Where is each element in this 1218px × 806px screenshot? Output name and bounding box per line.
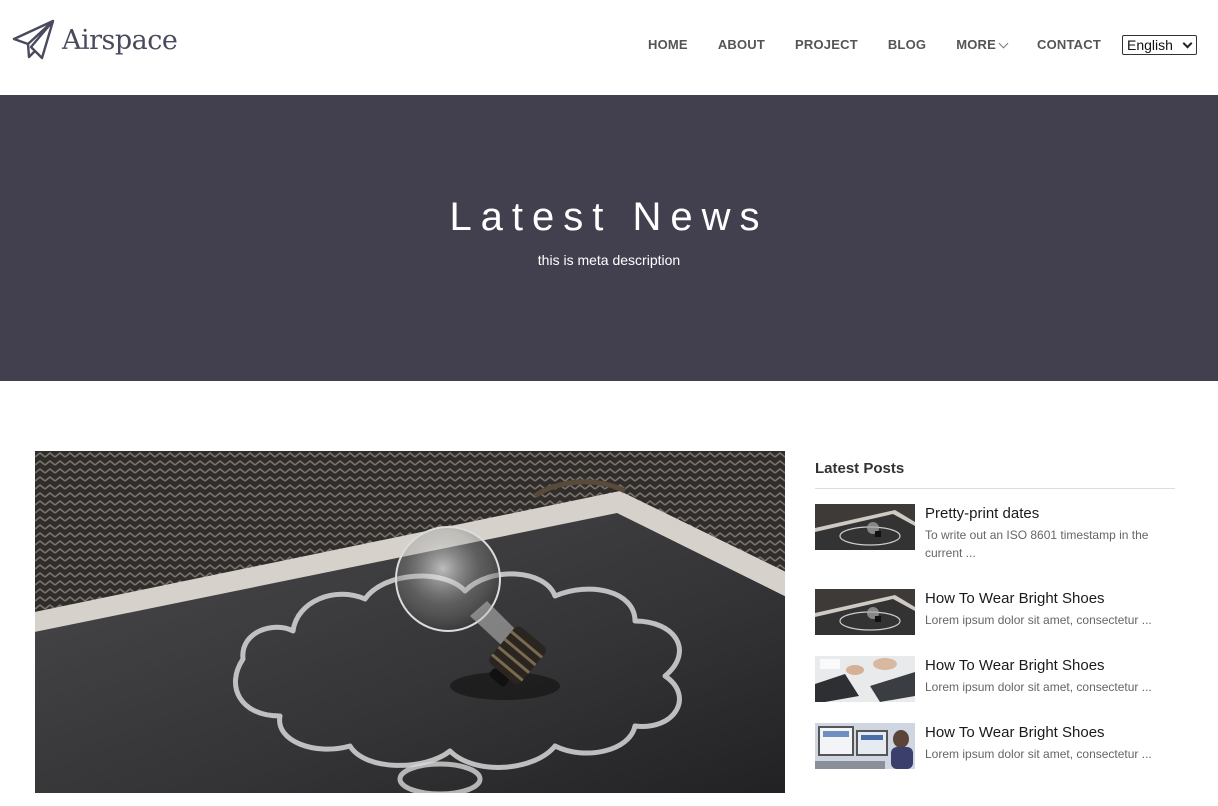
latest-post-item[interactable]: Pretty-print dates To write out an ISO 8…	[815, 504, 1175, 562]
post-excerpt: Lorem ipsum dolor sit amet, consectetur …	[925, 613, 1152, 627]
post-title[interactable]: How To Wear Bright Shoes	[925, 656, 1175, 676]
nav-project[interactable]: PROJECT	[795, 35, 858, 55]
nav-about[interactable]: ABOUT	[718, 35, 765, 55]
desk-keyboard-image	[815, 656, 915, 702]
brand-logo[interactable]: Airspace	[12, 18, 178, 62]
post-thumbnail[interactable]	[815, 656, 915, 702]
post-thumbnail[interactable]	[815, 589, 915, 635]
chevron-down-icon	[998, 38, 1009, 48]
sidebar-heading: Latest Posts	[815, 458, 1175, 489]
latest-post-item[interactable]: How To Wear Bright Shoes Lorem ipsum dol…	[815, 656, 1175, 702]
post-excerpt: To write out an ISO 8601 timestamp in th…	[925, 528, 1149, 560]
language-select[interactable]: English	[1122, 35, 1197, 55]
lightbulb-chalkboard-image	[35, 451, 785, 793]
featured-post-image[interactable]	[35, 451, 785, 793]
post-excerpt: Lorem ipsum dolor sit amet, consectetur …	[925, 680, 1152, 694]
latest-post-item[interactable]: How To Wear Bright Shoes Lorem ipsum dol…	[815, 723, 1175, 769]
post-thumbnail[interactable]	[815, 723, 915, 769]
latest-post-item[interactable]: How To Wear Bright Shoes Lorem ipsum dol…	[815, 589, 1175, 635]
latest-posts-sidebar: Latest Posts Pretty-print dates To write…	[815, 458, 1175, 769]
post-thumbnail[interactable]	[815, 504, 915, 550]
main-nav: HOME ABOUT PROJECT BLOG MORE CONTACT	[633, 35, 1116, 55]
nav-home[interactable]: HOME	[648, 35, 688, 55]
lightbulb-chalkboard-image	[815, 504, 915, 550]
language-select-value: English	[1127, 37, 1173, 53]
lightbulb-chalkboard-image	[815, 589, 915, 635]
paper-plane-icon	[12, 19, 55, 60]
office-monitors-image	[815, 723, 915, 769]
nav-more-label: MORE	[956, 37, 997, 52]
page-title: Latest News	[449, 195, 769, 239]
chevron-down-icon	[1182, 38, 1193, 48]
post-title[interactable]: Pretty-print dates	[925, 504, 1175, 524]
nav-more[interactable]: MORE	[956, 35, 1009, 55]
nav-blog[interactable]: BLOG	[888, 35, 926, 55]
page-description: this is meta description	[537, 252, 681, 268]
nav-contact[interactable]: CONTACT	[1037, 35, 1101, 55]
page-hero: Latest News this is meta description	[0, 95, 1218, 381]
post-excerpt: Lorem ipsum dolor sit amet, consectetur …	[925, 747, 1152, 761]
site-header: Airspace HOME ABOUT PROJECT BLOG MORE CO…	[0, 0, 1218, 95]
post-title[interactable]: How To Wear Bright Shoes	[925, 589, 1175, 609]
brand-name: Airspace	[62, 24, 178, 56]
post-title[interactable]: How To Wear Bright Shoes	[925, 723, 1175, 743]
